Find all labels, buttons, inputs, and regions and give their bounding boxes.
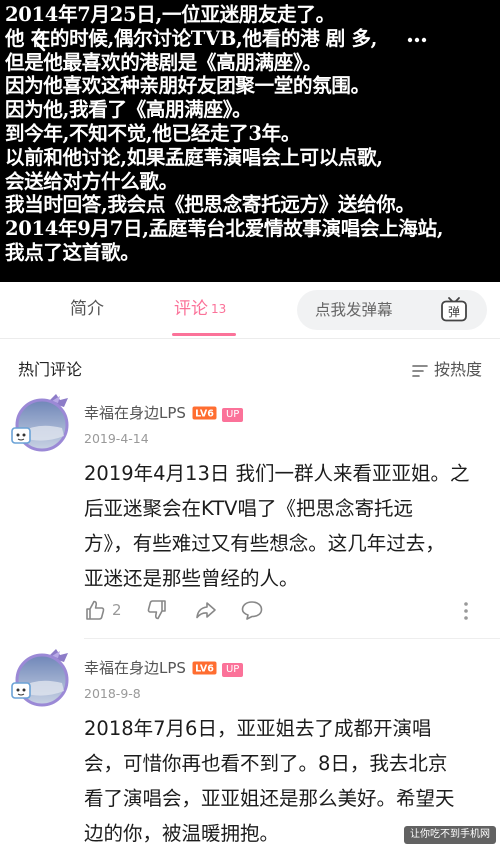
username-text: 幸福在身边LPS <box>84 659 186 677</box>
sort-lines-icon <box>412 363 428 382</box>
comment-divider <box>84 638 500 639</box>
comment-username[interactable]: 幸福在身边LPS LV6 UP <box>84 402 244 424</box>
like-count: 2 <box>112 601 122 619</box>
level-badge-icon: LV6 <box>192 661 217 679</box>
danmaku-toggle-label: 弹 <box>448 305 460 319</box>
comment-line: 会，可惜你再也看不到了。8日，我去北京 <box>84 752 448 775</box>
comment-line: 看了演唱会，亚亚姐还是那么美好。希望天 <box>84 787 455 810</box>
more-vertical-icon[interactable] <box>460 599 472 623</box>
avatar[interactable] <box>8 392 74 456</box>
subtitle-line: 但是他最喜欢的港剧是《高朋满座》。 <box>5 50 322 74</box>
up-badge: UP <box>221 408 244 422</box>
up-badge: UP <box>221 663 244 677</box>
comment-line: 后亚迷聚会在KTV唱了《把思念寄托远 <box>84 497 414 520</box>
comment-line: 亚迷还是那些曾经的人。 <box>84 567 299 590</box>
sort-by-hot-button[interactable]: 按热度 <box>412 356 482 382</box>
dislike-button[interactable] <box>146 599 168 623</box>
comment-line: 2019年4月13日 我们一群人来看亚亚姐。之 <box>84 462 470 485</box>
danmaku-placeholder: 点我发弹幕 <box>315 301 393 319</box>
hot-comments-header: 热门评论 按热度 <box>0 338 500 392</box>
subtitle-line: 我当时回答,我会点《把思念寄托远方》送给你。 <box>5 193 415 217</box>
level-badge-icon: LV6 <box>192 406 217 424</box>
comment-date: 2019-4-14 <box>84 431 149 446</box>
tab-comments[interactable]: 评论 13 <box>174 282 226 338</box>
hot-comments-title: 热门评论 <box>18 360 83 379</box>
username-text: 幸福在身边LPS <box>84 404 186 422</box>
comment-line: 方》，有些难过又有些想念。这几年过去， <box>84 532 445 555</box>
subtitle-line: 因为他,我看了《高朋满座》。 <box>5 98 252 122</box>
active-tab-indicator <box>172 333 236 336</box>
like-button[interactable] <box>84 599 106 623</box>
subtitle-line: 2014年7月25日,一位亚迷朋友走了。 <box>5 3 335 26</box>
subtitle-line: 我点了这首歌。 <box>5 240 140 264</box>
comment-actions: 2 <box>84 599 484 623</box>
subtitle-line: 到今年,不知不觉,他已经走了3年。 <box>5 121 301 145</box>
reply-button[interactable] <box>240 599 264 623</box>
subtitle-line: 会送给对方什么歌。 <box>5 169 178 193</box>
level-text: LV6 <box>195 409 214 420</box>
tab-comments-count: 13 <box>211 302 227 316</box>
danmaku-toggle-icon[interactable]: 弹 <box>439 295 469 325</box>
avatar[interactable] <box>8 647 74 711</box>
comment-date: 2018-9-8 <box>84 686 141 701</box>
back-arrow-icon[interactable] <box>28 28 54 54</box>
more-dots-icon[interactable] <box>406 30 428 50</box>
subtitle-line: 因为他喜欢这种亲朋好友团聚一堂的氛围。 <box>5 74 370 98</box>
comment-username[interactable]: 幸福在身边LPS LV6 UP <box>84 657 244 679</box>
subtitle-line: 以前和他讨论,如果孟庭苇演唱会上可以点歌, <box>5 145 383 169</box>
comment-line: 2018年7月6日，亚亚姐去了成都开演唱 <box>84 717 432 740</box>
comment-text: 2019年4月13日 我们一群人来看亚亚姐。之 后亚迷聚会在KTV唱了《把思念寄… <box>84 456 488 596</box>
site-watermark: 让你吃不到手机网 <box>404 826 496 844</box>
subtitle-line: 2014年9月7日,孟庭苇台北爱情故事演唱会上海站, <box>5 217 444 241</box>
share-button[interactable] <box>194 599 218 623</box>
tab-intro[interactable]: 简介 <box>70 282 104 338</box>
video-player[interactable]: 2014年7月25日,一位亚迷朋友走了。 他 在的时候,偶尔讨论TVB,他看的港… <box>0 0 500 282</box>
tab-bar: 简介 评论 13 点我发弹幕 弹 <box>0 282 500 339</box>
tab-comments-label: 评论 <box>174 299 208 319</box>
sort-label: 按热度 <box>433 360 482 379</box>
danmaku-input-box[interactable]: 点我发弹幕 弹 <box>297 290 487 330</box>
level-text: LV6 <box>195 664 214 675</box>
